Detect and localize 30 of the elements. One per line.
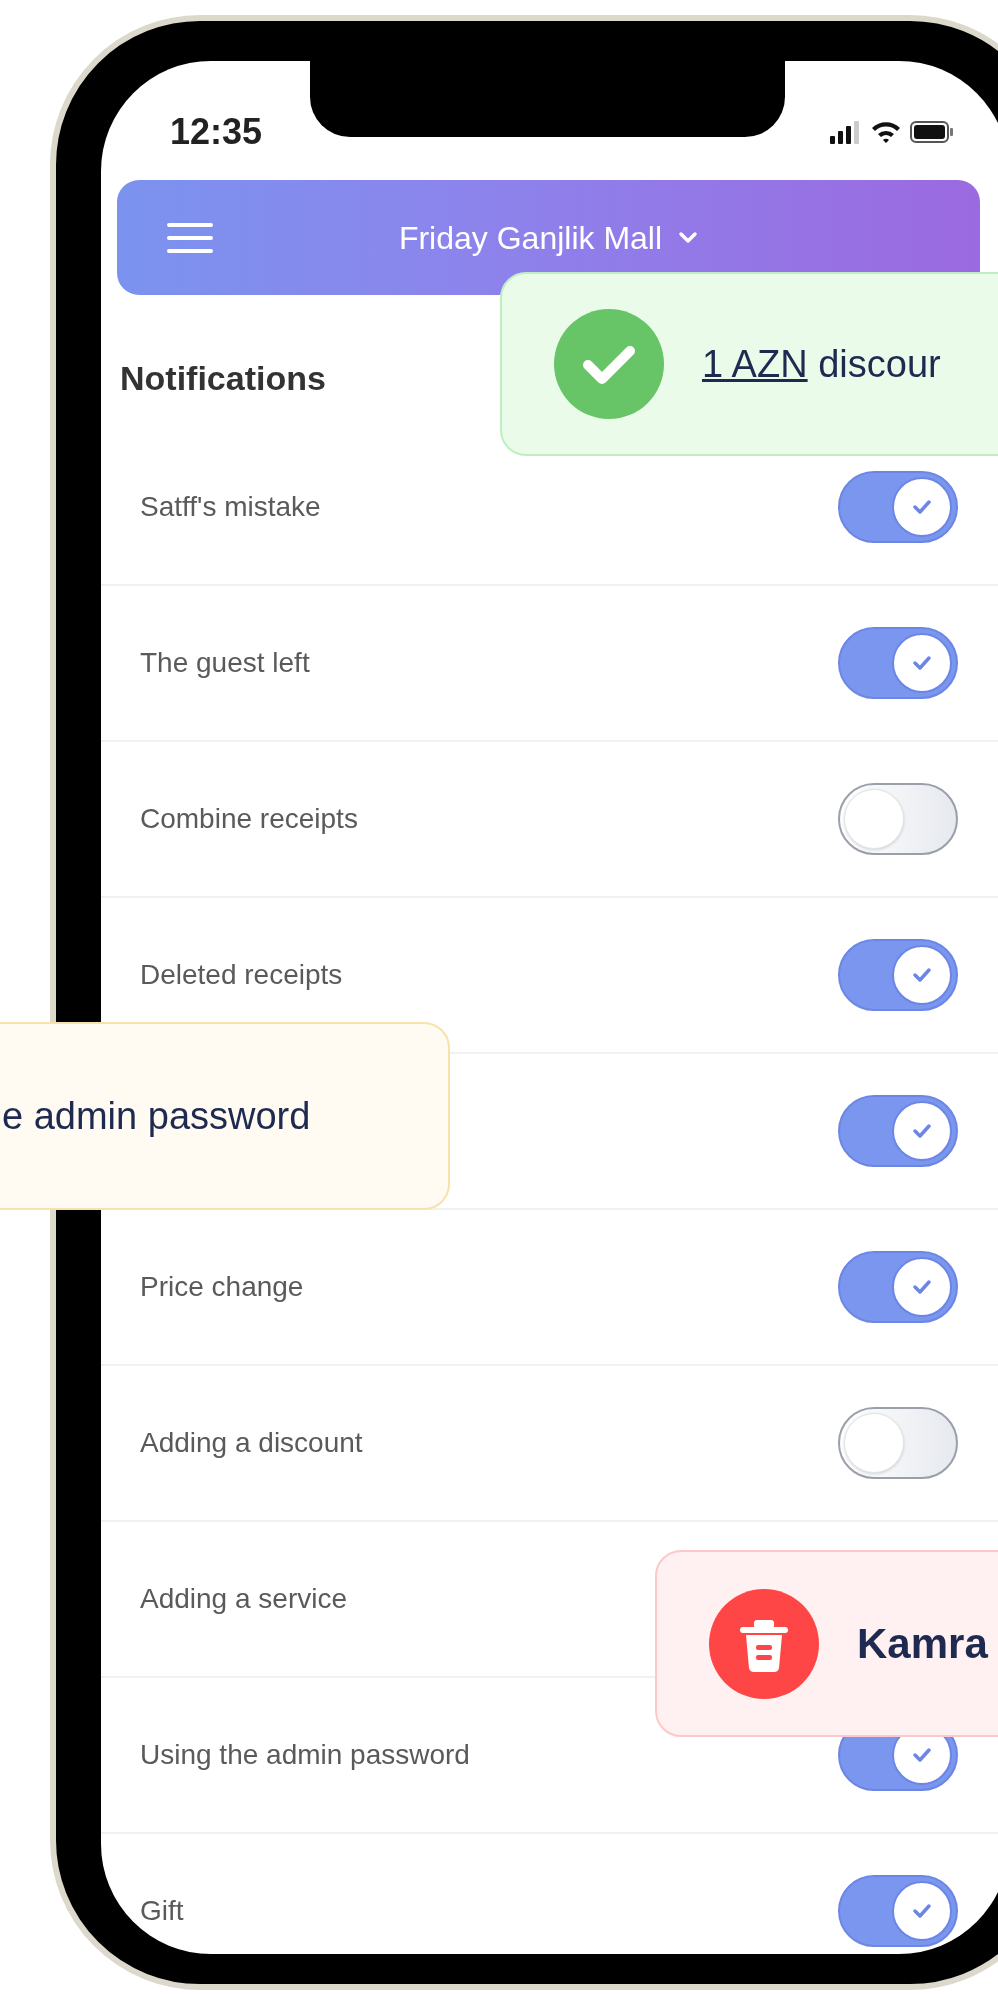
check-icon	[912, 966, 932, 984]
setting-label: Adding a service	[140, 1582, 347, 1616]
check-icon	[912, 1122, 932, 1140]
check-icon	[912, 498, 932, 516]
setting-label: The guest left	[140, 646, 310, 680]
signal-icon	[830, 119, 862, 144]
setting-label: Using the admin password	[140, 1738, 470, 1772]
setting-label: Adding a discount	[140, 1426, 363, 1460]
check-icon	[912, 1278, 932, 1296]
check-icon	[912, 654, 932, 672]
setting-label: Gift	[140, 1894, 184, 1928]
check-icon	[912, 1746, 932, 1764]
setting-label: Deleted receipts	[140, 958, 343, 992]
menu-icon[interactable]	[167, 221, 213, 254]
chevron-down-icon[interactable]	[678, 230, 699, 245]
setting-label: Satff's mistake	[140, 490, 321, 524]
section-title: Notifications	[120, 359, 326, 397]
toggle-switch[interactable]	[838, 1875, 958, 1947]
setting-label: Combine receipts	[140, 802, 358, 836]
setting-label: Price change	[140, 1270, 304, 1304]
toast-message: Kamra	[857, 1619, 988, 1669]
wifi-icon	[870, 119, 902, 144]
battery-icon	[910, 119, 954, 144]
amount-link[interactable]: 1 AZN	[702, 342, 808, 385]
check-icon	[912, 1902, 932, 1920]
toast-message: e admin password	[2, 1093, 311, 1139]
trash-icon	[709, 1588, 819, 1699]
status-time: 12:35	[170, 109, 263, 154]
check-circle-icon	[554, 309, 664, 419]
toast-message: 1 AZN discour	[702, 341, 941, 387]
